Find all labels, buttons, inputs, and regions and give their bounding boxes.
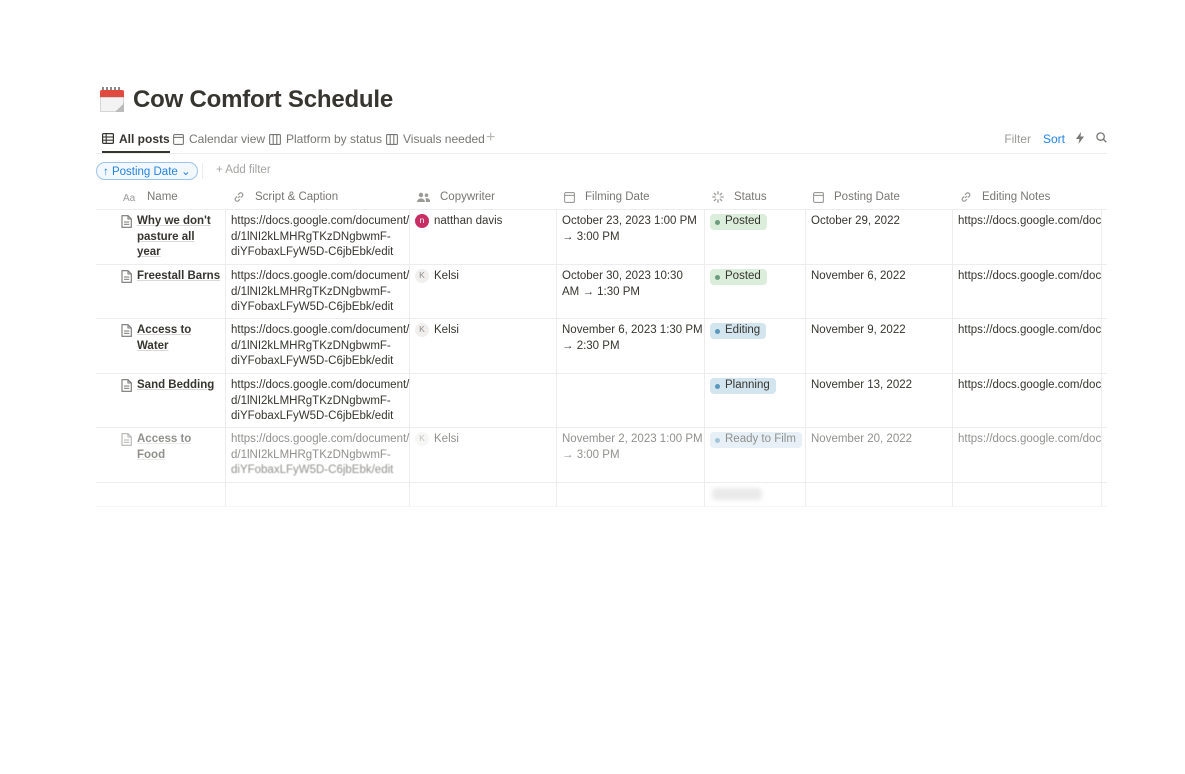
board-icon — [386, 133, 398, 145]
filming-date-cell[interactable]: November 2, 2023 1:00 PM → 3:00 PM — [562, 432, 704, 463]
sort-pill-posting-date[interactable]: ↑ Posting Date ⌄ — [96, 162, 198, 180]
tab-all-posts[interactable]: All posts — [102, 126, 170, 153]
script-url-line: https://docs.google.com/document/ — [231, 433, 410, 445]
page-document-icon — [121, 433, 132, 452]
tab-label: All posts — [119, 131, 170, 146]
copywriter-name: Kelsi — [434, 433, 459, 446]
table-icon — [102, 133, 114, 144]
table-row[interactable]: Access to Food https://docs.google.com/do… — [96, 185, 1107, 774]
faded-next-row — [712, 488, 762, 500]
filter-divider — [202, 163, 203, 179]
automation-bolt-icon[interactable] — [1076, 131, 1084, 147]
tab-label: Visuals needed — [403, 132, 485, 146]
editing-notes-link[interactable]: https://docs.google.com/docu — [958, 432, 1101, 448]
filming-date-start: November 2, 2023 1:00 PM — [562, 433, 703, 445]
filter-button[interactable]: Filter — [1004, 132, 1031, 146]
copywriter-cell[interactable]: K Kelsi — [415, 432, 555, 448]
tab-platform-by-status[interactable]: Platform by status — [269, 126, 382, 152]
posting-date-cell[interactable]: November 20, 2022 — [811, 432, 951, 448]
tab-label: Calendar view — [189, 132, 266, 146]
script-url-line: d/1lNI2kLMHRgTKzDNgbwmF- — [231, 448, 391, 461]
row-name-line: Access to Food — [137, 433, 192, 461]
page-header: Cow Comfort Schedule — [100, 86, 393, 114]
script-caption-link[interactable]: https://docs.google.com/document/d/1lNI2… — [231, 432, 409, 479]
tab-visuals-needed[interactable]: Visuals needed — [386, 126, 485, 152]
status-badge: Ready to Film — [710, 432, 802, 448]
row-name-cell[interactable]: Access to Food — [121, 432, 221, 463]
add-view-icon[interactable]: + — [486, 129, 495, 147]
add-filter-button[interactable]: + Add filter — [216, 164, 271, 176]
view-tabs: All posts Calendar view Platform by stat… — [96, 126, 1107, 154]
page-title[interactable]: Cow Comfort Schedule — [133, 86, 393, 114]
tear-off-calendar-icon[interactable] — [100, 87, 124, 113]
calendar-icon — [173, 133, 184, 145]
tab-calendar-view[interactable]: Calendar view — [173, 126, 265, 152]
filming-date-end: → 3:00 PM — [562, 448, 620, 461]
search-icon[interactable] — [1096, 132, 1107, 146]
status-cell[interactable]: Ready to Film — [710, 432, 805, 448]
board-icon — [269, 133, 281, 145]
status-dot — [715, 437, 720, 443]
tab-label: Platform by status — [286, 132, 383, 146]
avatar: K — [415, 432, 429, 446]
database-page: Cow Comfort Schedule All posts Calendar … — [96, 0, 1107, 589]
sort-button[interactable]: Sort — [1043, 132, 1065, 146]
view-toolbar: Filter Sort — [1004, 126, 1107, 152]
script-url-line: diYFobaxLFyW5D-C6jbEbk/edit — [231, 464, 394, 476]
status-label: Ready to Film — [725, 433, 796, 446]
